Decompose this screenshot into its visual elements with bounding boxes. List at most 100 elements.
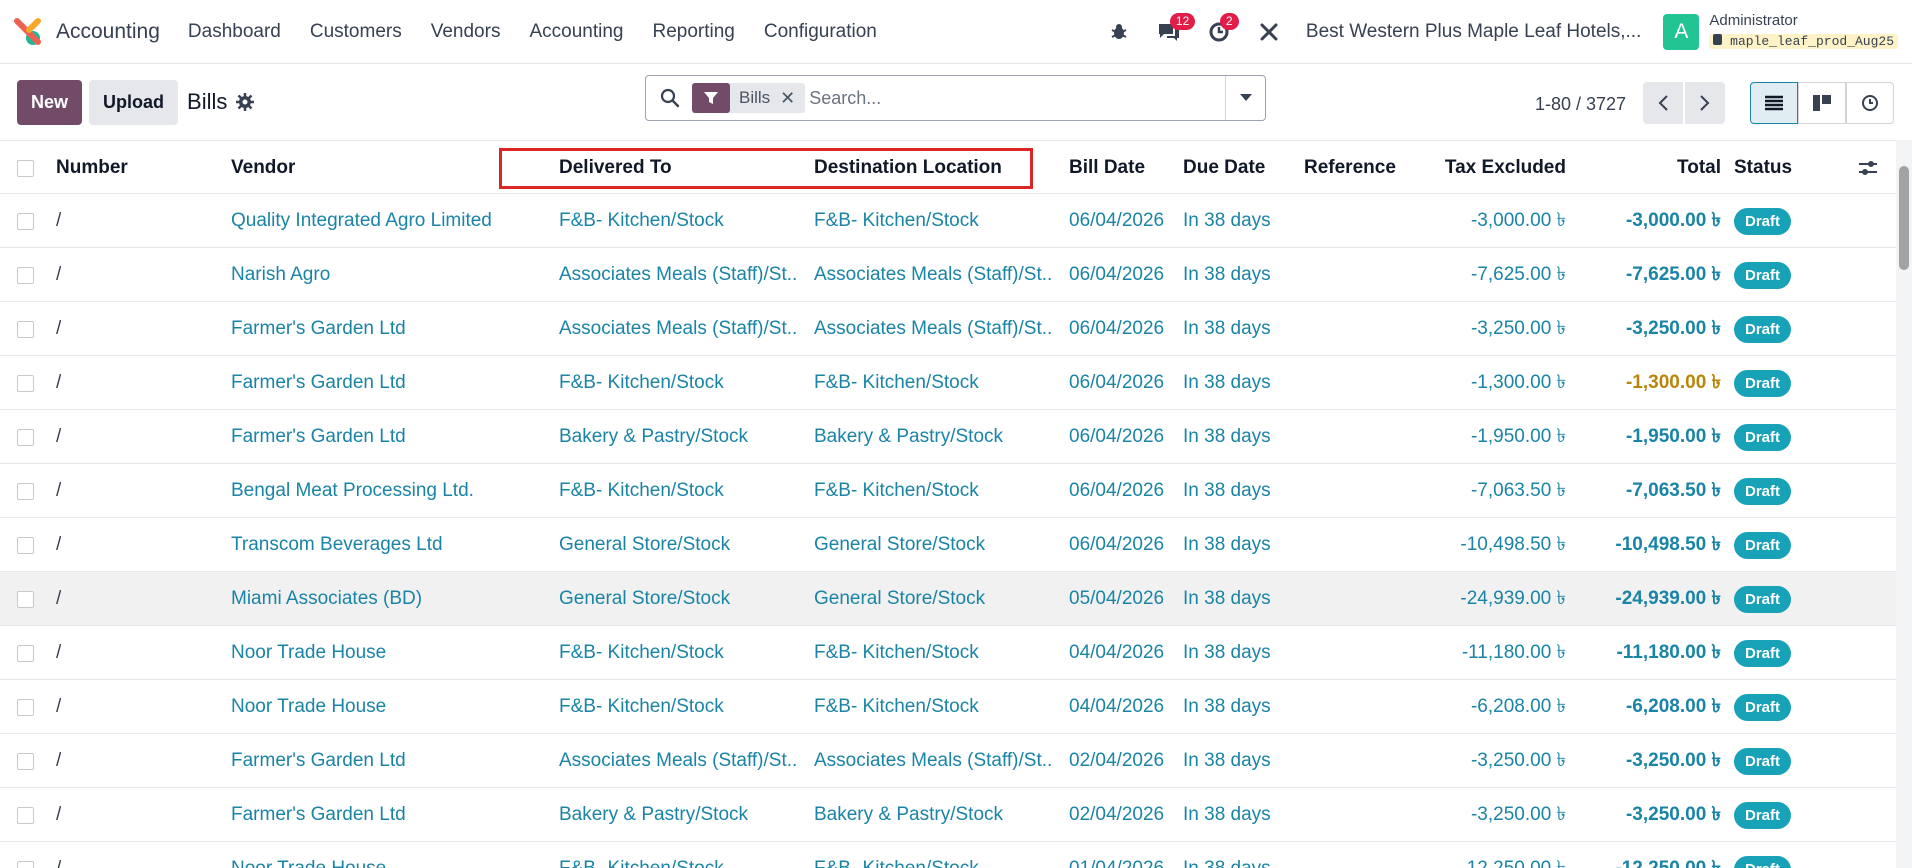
row-checkbox[interactable]	[17, 213, 34, 230]
table-row[interactable]: / Farmer's Garden Ltd Associates Meals (St…	[0, 734, 1896, 788]
activity-view-button[interactable]	[1846, 82, 1894, 124]
cell-status: Draft	[1734, 842, 1792, 868]
select-all-checkbox[interactable]	[17, 160, 34, 177]
search-bar: Bills ✕	[645, 75, 1266, 121]
filter-icon	[692, 83, 730, 113]
table-row[interactable]: / Transcom Beverages Ltd General Store/Sto…	[0, 518, 1896, 572]
col-number[interactable]: Number	[56, 141, 128, 195]
col-tax-excluded[interactable]: Tax Excluded	[1400, 141, 1566, 195]
cell-tax-excluded: -11,180.00 ৳	[1461, 642, 1566, 663]
col-status[interactable]: Status	[1734, 141, 1792, 195]
pager-next-button[interactable]	[1685, 82, 1725, 124]
optional-columns-icon[interactable]	[1857, 157, 1879, 179]
cell-due-date: In 38 days	[1183, 696, 1271, 717]
top-navbar: Accounting Dashboard Customers Vendors A…	[0, 0, 1912, 64]
menu-configuration[interactable]: Configuration	[764, 21, 877, 43]
row-checkbox[interactable]	[17, 267, 34, 284]
cell-number: /	[56, 210, 62, 231]
menu-reporting[interactable]: Reporting	[652, 21, 734, 43]
scrollbar-thumb[interactable]	[1899, 166, 1909, 270]
cell-tax-excluded: -3,000.00 ৳	[1470, 210, 1566, 231]
new-button[interactable]: New	[17, 79, 83, 125]
row-checkbox[interactable]	[17, 699, 34, 716]
row-checkbox[interactable]	[17, 537, 34, 554]
col-due-date[interactable]: Due Date	[1183, 141, 1265, 195]
cell-delivered-to: Associates Meals (Staff)/St...	[559, 750, 799, 771]
menu-customers[interactable]: Customers	[310, 21, 402, 43]
cell-tax-excluded: -10,498.50 ৳	[1460, 534, 1566, 555]
user-menu[interactable]: Administrator maple_leaf_prod_Aug25	[1709, 11, 1898, 52]
user-avatar[interactable]: A	[1663, 13, 1700, 50]
table-row[interactable]: / Quality Integrated Agro Limited F&B- Kit…	[0, 194, 1896, 248]
cell-due-date: In 38 days	[1183, 642, 1271, 663]
menu-dashboard[interactable]: Dashboard	[188, 21, 281, 43]
col-reference[interactable]: Reference	[1304, 141, 1396, 195]
pager-value[interactable]: 1-80 / 3727	[1535, 94, 1626, 115]
table-row[interactable]: / Noor Trade House F&B- Kitchen/Stock F&B- …	[0, 626, 1896, 680]
app-logo-icon[interactable]	[14, 17, 44, 47]
tools-icon[interactable]	[1254, 17, 1284, 47]
row-checkbox[interactable]	[17, 753, 34, 770]
messages-badge: 12	[1169, 12, 1196, 30]
debug-bug-icon[interactable]	[1104, 17, 1134, 47]
col-vendor[interactable]: Vendor	[231, 141, 295, 195]
company-switcher[interactable]: Best Western Plus Maple Leaf Hotels,...	[1306, 21, 1641, 43]
table-row[interactable]: / Farmer's Garden Ltd Bakery & Pastry/Stoc…	[0, 788, 1896, 842]
status-badge: Draft	[1734, 640, 1792, 667]
table-row[interactable]: / Noor Trade House F&B- Kitchen/Stock F&B- …	[0, 680, 1896, 734]
remove-facet-icon[interactable]: ✕	[780, 88, 795, 109]
table-row[interactable]: / Noor Trade House F&B- Kitchen/Stock F&B- …	[0, 842, 1896, 868]
col-bill-date[interactable]: Bill Date	[1069, 141, 1145, 195]
app-name[interactable]: Accounting	[56, 20, 160, 44]
table-row[interactable]: / Miami Associates (BD) General Store/Stoc…	[0, 572, 1896, 626]
activities-clock-icon[interactable]: 2	[1204, 12, 1239, 47]
row-checkbox[interactable]	[17, 807, 34, 824]
cell-delivered-to: F&B- Kitchen/Stock	[559, 372, 724, 393]
row-checkbox[interactable]	[17, 861, 34, 868]
search-input[interactable]	[809, 83, 1220, 113]
cell-status: Draft	[1734, 302, 1792, 356]
col-total[interactable]: Total	[1580, 141, 1721, 195]
cell-destination-location: Bakery & Pastry/Stock	[814, 426, 1004, 447]
cell-status: Draft	[1734, 248, 1792, 302]
menu-accounting[interactable]: Accounting	[529, 21, 623, 43]
cell-destination-location: Associates Meals (Staff)/St...	[814, 750, 1054, 771]
cell-bill-date: 06/04/2026	[1069, 534, 1165, 555]
menu-vendors[interactable]: Vendors	[431, 21, 501, 43]
table-row[interactable]: / Farmer's Garden Ltd Bakery & Pastry/Stoc…	[0, 410, 1896, 464]
cell-total: -7,625.00 ৳	[1625, 264, 1721, 285]
row-checkbox[interactable]	[17, 321, 34, 338]
cell-destination-location: Associates Meals (Staff)/St...	[814, 264, 1054, 285]
cell-due-date: In 38 days	[1183, 842, 1271, 868]
search-options-toggle[interactable]	[1225, 76, 1265, 120]
table-row[interactable]: / Farmer's Garden Ltd Associates Meals (St…	[0, 302, 1896, 356]
table-scrollbar[interactable]	[1896, 140, 1912, 868]
cell-delivered-to: General Store/Stock	[559, 534, 731, 555]
row-checkbox[interactable]	[17, 645, 34, 662]
table-row[interactable]: / Farmer's Garden Ltd F&B- Kitchen/Stock F&…	[0, 356, 1896, 410]
table-row[interactable]: / Narish Agro Associates Meals (Staff)/St.…	[0, 248, 1896, 302]
row-checkbox[interactable]	[17, 375, 34, 392]
col-delivered-to[interactable]: Delivered To	[559, 141, 672, 195]
cell-bill-date: 06/04/2026	[1069, 210, 1165, 231]
messages-icon[interactable]: 12	[1154, 12, 1196, 47]
gear-icon[interactable]	[235, 92, 255, 112]
list-view-button[interactable]	[1750, 82, 1798, 124]
upload-button[interactable]: Upload	[89, 79, 179, 125]
row-checkbox[interactable]	[17, 591, 34, 608]
cell-tax-excluded: -24,939.00 ৳	[1460, 588, 1566, 609]
filter-facet-label: Bills	[739, 88, 771, 107]
row-checkbox[interactable]	[17, 429, 34, 446]
cell-number: /	[56, 642, 62, 663]
cell-bill-date: 06/04/2026	[1069, 480, 1165, 501]
col-destination-location[interactable]: Destination Location	[814, 141, 1002, 195]
cell-total: -3,250.00 ৳	[1625, 750, 1721, 771]
row-checkbox[interactable]	[17, 483, 34, 500]
kanban-view-button[interactable]	[1798, 82, 1846, 124]
table-row[interactable]: / Bengal Meat Processing Ltd. F&B- Kitchen…	[0, 464, 1896, 518]
cell-number: /	[56, 534, 62, 555]
cell-number: /	[56, 696, 62, 717]
cell-delivered-to: F&B- Kitchen/Stock	[559, 642, 724, 663]
pager-previous-button[interactable]	[1643, 82, 1683, 124]
filter-facet: Bills ✕	[692, 83, 806, 113]
